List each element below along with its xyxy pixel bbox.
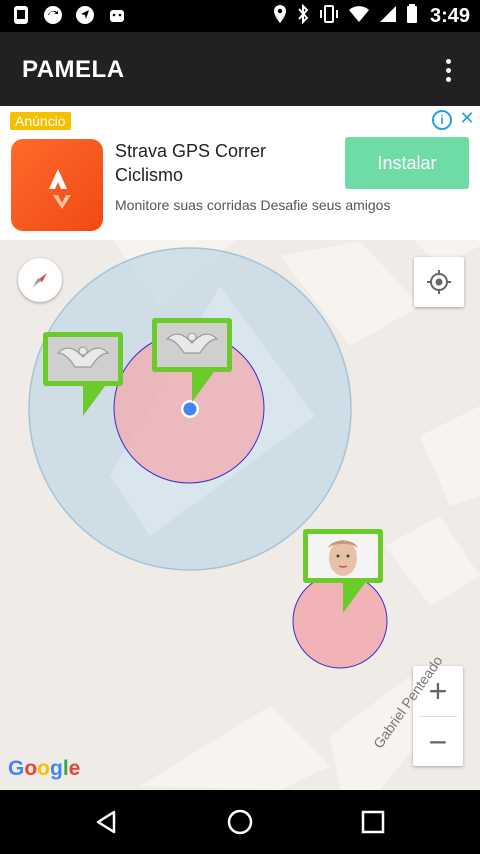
- location-icon: [272, 4, 288, 29]
- close-icon[interactable]: ✕: [458, 108, 476, 128]
- my-location-button[interactable]: [414, 257, 464, 307]
- signal-icon: [378, 4, 398, 29]
- home-icon[interactable]: [220, 802, 260, 842]
- install-button[interactable]: Instalar: [345, 137, 469, 189]
- sync-icon: [42, 4, 64, 26]
- status-time: 3:49: [429, 5, 470, 27]
- recents-icon[interactable]: [353, 802, 393, 842]
- geofence-circle: [292, 573, 388, 669]
- info-icon[interactable]: i: [432, 110, 452, 130]
- ad-description: Monitore suas corridas Desafie seus amig…: [115, 197, 391, 213]
- google-wordmark: Google: [8, 757, 80, 780]
- battery-icon: [406, 4, 418, 29]
- vibration-icon: [10, 4, 32, 26]
- vibrate-icon: [318, 4, 340, 29]
- android-icon: [106, 4, 128, 26]
- app-bar: PAMELA: [0, 32, 480, 106]
- back-icon[interactable]: [86, 802, 126, 842]
- eagle-image: [157, 323, 227, 367]
- bluetooth-icon: [296, 3, 310, 29]
- crosshair-icon: [427, 270, 451, 294]
- status-bar: 3:49: [0, 0, 480, 32]
- map-building: [140, 706, 330, 790]
- ad-title[interactable]: Strava GPS Correr Ciclismo: [115, 139, 315, 187]
- zoom-out-button[interactable]: −: [413, 717, 463, 767]
- more-vert-icon[interactable]: [430, 50, 466, 90]
- google-logo: Google: [8, 754, 84, 788]
- user-location-dot: [183, 402, 197, 416]
- map-building: [385, 516, 480, 606]
- strava-logo: [11, 139, 103, 231]
- face-image: [308, 534, 378, 578]
- map-building: [420, 406, 480, 506]
- app-title: PAMELA: [22, 56, 125, 83]
- ad-badge: Anúncio: [10, 112, 71, 130]
- navigation-bar: [0, 790, 480, 854]
- svg-text:Google: Google: [8, 757, 80, 780]
- ad-banner[interactable]: Anúncio i ✕ Strava GPS Correr Ciclismo M…: [0, 106, 480, 240]
- navigation-icon: [74, 4, 96, 26]
- eagle-image: [48, 337, 118, 381]
- compass-icon[interactable]: [18, 258, 62, 302]
- wifi-icon: [348, 4, 370, 29]
